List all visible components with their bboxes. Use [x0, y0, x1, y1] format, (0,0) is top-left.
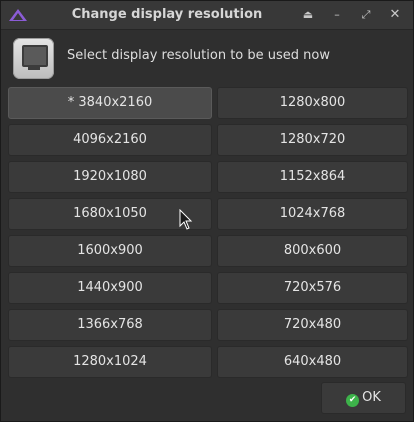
resolution-button-1600x900[interactable]: 1600x900: [8, 235, 212, 267]
monitor-screen: [22, 45, 48, 67]
title-bar[interactable]: Change display resolution ⏏ – ⤢ ✕: [1, 1, 413, 30]
resolution-button-1152x864[interactable]: 1152x864: [217, 161, 408, 193]
eject-button[interactable]: ⏏: [299, 6, 317, 24]
ok-button[interactable]: ✔ OK: [321, 382, 406, 414]
resolution-button-1920x1080[interactable]: 1920x1080: [8, 161, 212, 193]
resolution-button-720x480[interactable]: 720x480: [217, 309, 408, 341]
resolution-button-800x600[interactable]: 800x600: [217, 235, 408, 267]
resolution-button-3840x2160[interactable]: * 3840x2160: [8, 87, 212, 119]
app-logo-icon: [9, 9, 27, 21]
monitor-icon: [13, 38, 54, 79]
resolution-button-720x576[interactable]: 720x576: [217, 272, 408, 304]
dialog-window: Change display resolution ⏏ – ⤢ ✕ Select…: [0, 0, 414, 422]
mouse-cursor-icon: [179, 209, 193, 230]
resolution-button-1024x768[interactable]: 1024x768: [217, 198, 408, 230]
close-button[interactable]: ✕: [386, 6, 404, 24]
resolution-button-1440x900[interactable]: 1440x900: [8, 272, 212, 304]
resolution-button-1280x800[interactable]: 1280x800: [217, 87, 408, 119]
resolution-button-4096x2160[interactable]: 4096x2160: [8, 124, 212, 156]
resolution-button-1280x1024[interactable]: 1280x1024: [8, 346, 212, 378]
prompt-text: Select display resolution to be used now: [67, 48, 330, 63]
maximize-button[interactable]: ⤢: [357, 6, 375, 24]
checkmark-icon: ✔: [346, 394, 360, 407]
resolution-button-640x480[interactable]: 640x480: [217, 346, 408, 378]
minimize-button[interactable]: –: [328, 6, 346, 24]
ok-label: OK: [362, 390, 381, 405]
resolution-button-1280x720[interactable]: 1280x720: [217, 124, 408, 156]
resolution-button-1366x768[interactable]: 1366x768: [8, 309, 212, 341]
monitor-stand: [28, 67, 40, 70]
window-title: Change display resolution: [71, 7, 263, 22]
